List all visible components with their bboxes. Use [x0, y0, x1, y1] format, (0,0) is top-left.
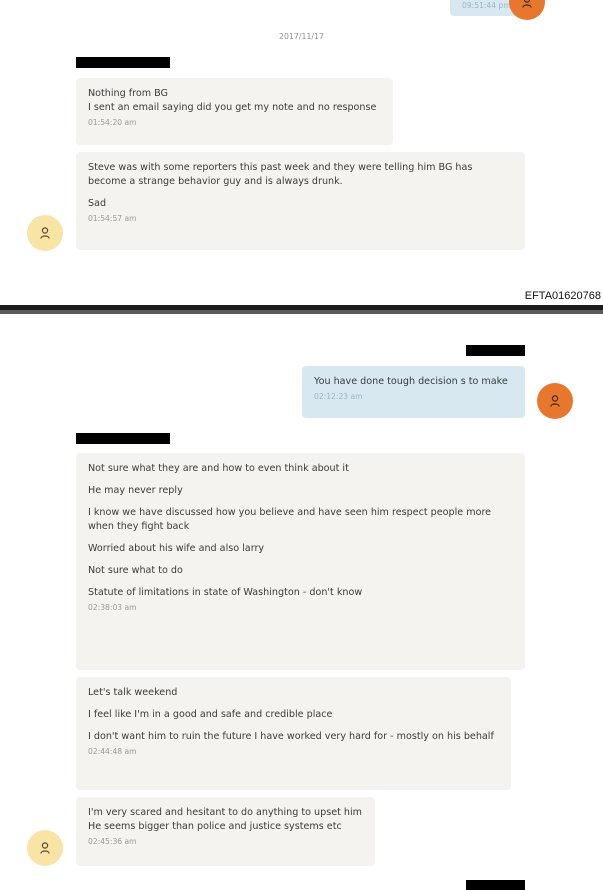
message-text: Not sure what to do	[88, 565, 183, 576]
redacted-sender-name	[76, 57, 170, 68]
message-text: You have done tough decision s to make	[314, 376, 508, 387]
message-line: I'm very scared and hesitant to do anyth…	[88, 807, 363, 818]
message-time: 02:38:03 am	[88, 603, 137, 612]
person-icon	[40, 227, 50, 239]
message-text: Statute of limitations in state of Washi…	[88, 587, 363, 598]
avatar	[537, 383, 573, 419]
message-text: Worried about his wife and also larry	[88, 543, 265, 554]
message-line: Nothing from BG	[88, 88, 168, 99]
message-time: 02:44:48 am	[88, 747, 137, 756]
avatar	[27, 215, 63, 251]
date-separator: 2017/11/17	[279, 32, 324, 41]
message-text: I feel like I'm in a good and safe and c…	[88, 709, 333, 720]
message-text: Sad	[88, 198, 107, 209]
incoming-message: I'm very scared and hesitant to do anyth…	[76, 797, 375, 866]
avatar	[27, 830, 63, 866]
incoming-message: Nothing from BG I sent an email saying d…	[76, 78, 393, 145]
message-time: 02:45:36 am	[88, 837, 137, 846]
person-icon	[550, 395, 560, 407]
redacted-sender-name	[466, 880, 525, 890]
message-text: I know we have discussed how you believe…	[88, 507, 492, 532]
message-time: 01:54:20 am	[88, 118, 137, 127]
message-text: He may never reply	[88, 485, 183, 496]
outgoing-message: You have done tough decision s to make 0…	[302, 366, 525, 418]
message-text: I don't want him to ruin the future I ha…	[88, 731, 494, 742]
message-line: He seems bigger than police and justice …	[88, 821, 342, 832]
avatar	[509, 0, 545, 20]
incoming-message: Not sure what they are and how to even t…	[76, 453, 525, 670]
redacted-sender-name	[466, 345, 525, 356]
message-time: 01:54:57 am	[88, 214, 137, 223]
message-time: 09:51:44 pm	[462, 1, 511, 10]
redacted-sender-name	[76, 433, 170, 444]
incoming-message: Steve was with some reporters this past …	[76, 152, 525, 250]
person-icon	[522, 0, 532, 8]
page-divider-shadow	[0, 310, 603, 314]
message-line: I sent an email saying did you get my no…	[88, 102, 377, 113]
message-time: 02:12:23 am	[314, 392, 363, 401]
message-text: Steve was with some reporters this past …	[88, 162, 473, 187]
page-label: EFTA01620768	[524, 290, 601, 302]
incoming-message: Let's talk weekend I feel like I'm in a …	[76, 677, 511, 790]
message-text: Let's talk weekend	[88, 687, 178, 698]
message-text: Not sure what they are and how to even t…	[88, 463, 349, 474]
person-icon	[40, 842, 50, 854]
